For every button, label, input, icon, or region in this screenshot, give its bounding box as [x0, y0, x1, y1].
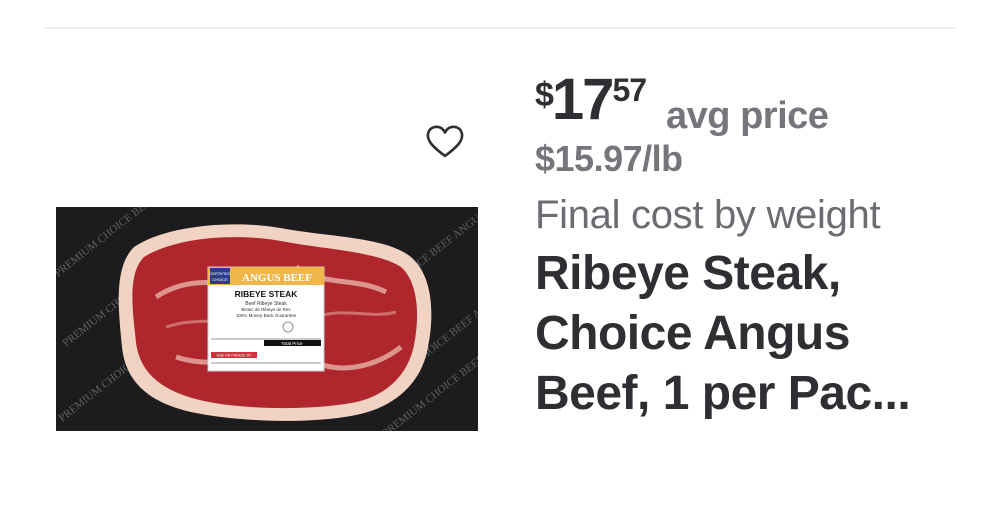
price-cents: 57: [612, 72, 647, 108]
product-title-line: Choice Angus: [535, 307, 850, 360]
svg-text:CHOICE: CHOICE: [212, 277, 228, 282]
price-row: $ 17 57 avg price: [535, 66, 975, 138]
top-divider: [44, 27, 956, 29]
price-dollars: 17: [551, 67, 614, 132]
unit-price: $15.97/lb: [535, 138, 683, 179]
product-info: $ 17 57 avg price $15.97/lb Final cost b…: [535, 66, 975, 424]
svg-text:Bistec de Ribeye de Res: Bistec de Ribeye de Res: [241, 307, 291, 312]
svg-text:Total Price: Total Price: [281, 341, 303, 346]
svg-text:100% Money-Back Guarantee: 100% Money-Back Guarantee: [236, 313, 297, 318]
package-label: CERTIFIED CHOICE ANGUS BEEF RIBEYE STEAK…: [207, 266, 325, 372]
favorite-button[interactable]: [423, 122, 467, 162]
product-image[interactable]: PREMIUM CHOICE BEEF ANGUS PREMIUM CHOICE…: [56, 207, 478, 431]
heart-outline-icon: [426, 125, 464, 158]
price-qualifier: avg price: [666, 95, 829, 137]
price-currency: $: [535, 76, 554, 114]
svg-text:USE OR FREEZE BY: USE OR FREEZE BY: [217, 354, 252, 358]
pricing-note: Final cost by weight: [535, 193, 881, 237]
product-title-line: Beef, 1 per Pac...: [535, 367, 911, 420]
product-title-line: Ribeye Steak,: [535, 247, 841, 300]
product-title[interactable]: Ribeye Steak, Choice Angus Beef, 1 per P…: [535, 244, 975, 424]
svg-text:CERTIFIED: CERTIFIED: [209, 271, 230, 276]
svg-text:RIBEYE STEAK: RIBEYE STEAK: [235, 289, 299, 299]
svg-text:ANGUS BEEF: ANGUS BEEF: [242, 272, 312, 284]
price: $ 17 57: [535, 66, 647, 132]
